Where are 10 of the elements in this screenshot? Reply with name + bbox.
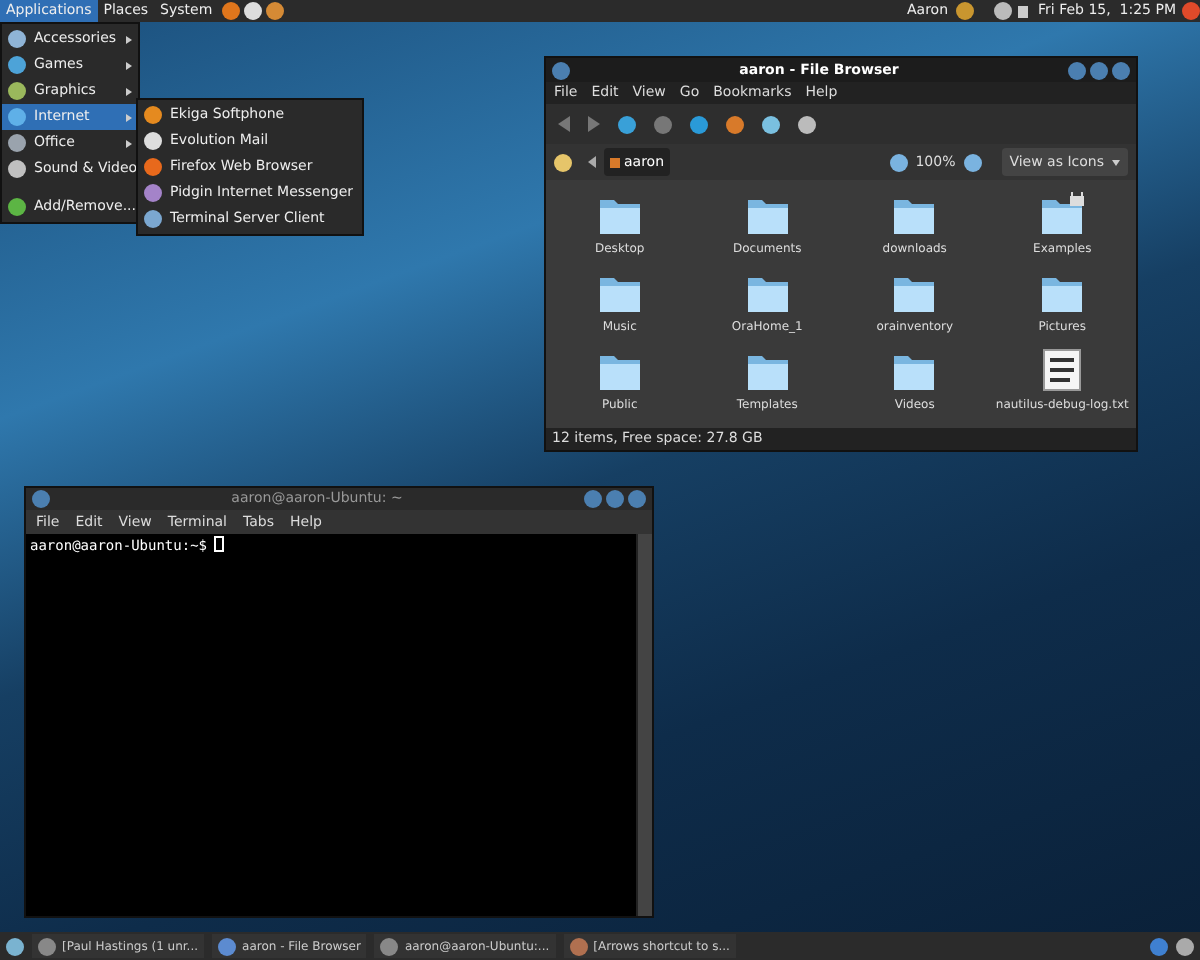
back-icon[interactable] [588,156,596,168]
back-icon[interactable] [558,116,570,132]
scrollbar[interactable] [636,534,652,916]
submenu-arrow-icon [126,35,132,43]
caret-icon [1112,159,1120,165]
locked-folder-icon [1038,192,1087,236]
text-file-icon [1042,348,1083,392]
cursor [213,536,224,552]
forward-icon[interactable] [588,116,600,132]
submenu-arrow-icon [126,61,132,69]
